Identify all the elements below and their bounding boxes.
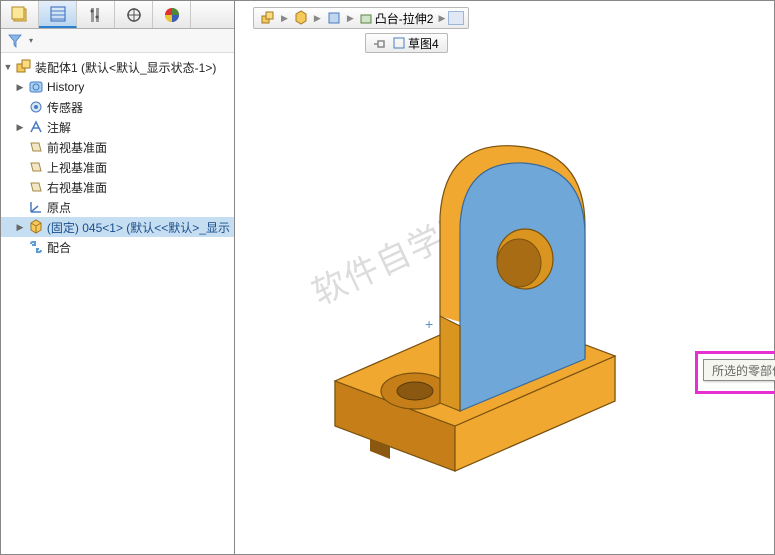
bc-feature-label: 凸台-拉伸2 xyxy=(375,10,434,27)
feature-tree: ▼ 装配体1 (默认<默认_显示状态-1>) ▶ History 传感器 xyxy=(1,53,234,554)
tree-item-history[interactable]: ▶ History xyxy=(1,77,234,97)
tab-feature-tree[interactable] xyxy=(39,1,77,28)
tree-item-label: History xyxy=(47,80,84,94)
expander-icon[interactable]: ▶ xyxy=(15,82,25,93)
chevron-right-icon: ▶ xyxy=(437,13,446,24)
breadcrumb-bar: ▶ ▶ ▶ 凸台-拉伸2 ▶ xyxy=(253,7,469,29)
bc-body[interactable] xyxy=(324,9,344,27)
tree-item-origin[interactable]: 原点 xyxy=(1,197,234,217)
assembly-icon xyxy=(15,58,33,76)
tab-property[interactable] xyxy=(77,1,115,28)
bc-feature[interactable]: 凸台-拉伸2 xyxy=(357,9,436,27)
bc-end-marker[interactable] xyxy=(448,11,464,25)
graphics-viewport[interactable]: ▶ ▶ ▶ 凸台-拉伸2 ▶ 草图4 软件自学 xyxy=(235,1,774,554)
part-icon xyxy=(27,218,45,236)
tree-item-label: 原点 xyxy=(47,199,71,216)
origin-icon xyxy=(27,198,45,216)
panel-tabs xyxy=(1,1,234,29)
plane-icon xyxy=(27,138,45,156)
tree-item-top-plane[interactable]: 上视基准面 xyxy=(1,157,234,177)
status-tooltip: 所选的零部件为固定的，无法被移动。 xyxy=(703,359,775,381)
bc-sketch-label: 草图4 xyxy=(408,35,439,52)
tree-item-label: 右视基准面 xyxy=(47,179,107,196)
tree-item-mates[interactable]: 配合 xyxy=(1,237,234,257)
mate-icon xyxy=(27,238,45,256)
model-3d xyxy=(285,91,665,491)
tab-display[interactable] xyxy=(115,1,153,28)
tab-config[interactable] xyxy=(1,1,39,28)
tree-item-label: 传感器 xyxy=(47,99,83,116)
filter-toolbar: ▾ xyxy=(1,29,234,53)
tree-item-annotations[interactable]: ▶ 注解 xyxy=(1,117,234,137)
filter-icon[interactable] xyxy=(7,33,23,49)
expander-icon[interactable]: ▶ xyxy=(15,122,25,133)
tree-item-label: 前视基准面 xyxy=(47,139,107,156)
chevron-right-icon: ▶ xyxy=(346,13,355,24)
chevron-right-icon: ▶ xyxy=(313,13,322,24)
tree-root-label: 装配体1 (默认<默认_显示状态-1>) xyxy=(35,59,216,76)
breadcrumb-sub: 草图4 xyxy=(365,33,448,53)
dropdown-icon[interactable]: ▾ xyxy=(29,36,33,45)
tree-item-fixed-part[interactable]: ▶ (固定) 045<1> (默认<<默认>_显示 xyxy=(1,217,234,237)
tree-item-right-plane[interactable]: 右视基准面 xyxy=(1,177,234,197)
history-icon xyxy=(27,78,45,96)
tree-item-sensors[interactable]: 传感器 xyxy=(1,97,234,117)
bc-assembly[interactable] xyxy=(258,9,278,27)
link-icon xyxy=(372,36,386,50)
sensor-icon xyxy=(27,98,45,116)
tree-item-label: 上视基准面 xyxy=(47,159,107,176)
plane-icon xyxy=(27,158,45,176)
tooltip-text: 所选的零部件为固定的，无法被移动。 xyxy=(712,362,775,379)
plane-icon xyxy=(27,178,45,196)
tree-item-label: (固定) 045<1> (默认<<默认>_显示 xyxy=(47,219,230,236)
bc-sketch[interactable]: 草图4 xyxy=(390,34,441,52)
chevron-right-icon: ▶ xyxy=(280,13,289,24)
bc-part[interactable] xyxy=(291,9,311,27)
expander-icon[interactable]: ▼ xyxy=(3,62,13,72)
tab-appearance[interactable] xyxy=(153,1,191,28)
annotation-icon xyxy=(27,118,45,136)
expander-icon[interactable]: ▶ xyxy=(15,222,25,233)
tree-item-front-plane[interactable]: 前视基准面 xyxy=(1,137,234,157)
tree-item-label: 配合 xyxy=(47,239,71,256)
tree-root[interactable]: ▼ 装配体1 (默认<默认_显示状态-1>) xyxy=(1,57,234,77)
tree-item-label: 注解 xyxy=(47,119,71,136)
